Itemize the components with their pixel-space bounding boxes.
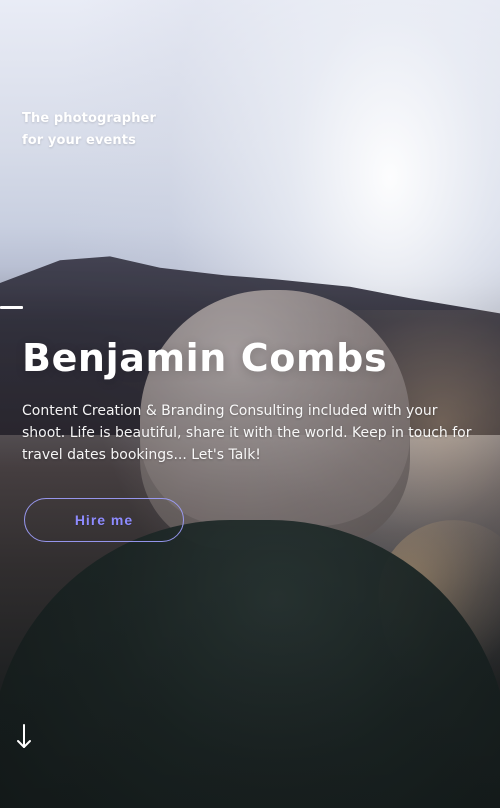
hero-tagline-line-1: The photographer	[22, 111, 156, 126]
hero-description: Content Creation & Branding Consulting i…	[22, 400, 472, 466]
hero-description-line-1: Content Creation & Branding Consulting i…	[22, 403, 438, 419]
hero-section: The photographer for your events Benjami…	[0, 0, 500, 808]
hire-me-button[interactable]: Hire me	[24, 498, 184, 542]
hero-description-line-3: travel dates bookings... Let's Talk!	[22, 447, 261, 463]
scroll-down-button[interactable]	[14, 723, 34, 753]
hero-tagline-line-2: for your events	[22, 133, 136, 148]
hero-name: Benjamin Combs	[22, 336, 388, 380]
accent-line	[0, 306, 23, 309]
arrow-down-icon	[14, 723, 34, 753]
hero-description-line-2: shoot. Life is beautiful, share it with …	[22, 425, 472, 441]
hero-tagline: The photographer for your events	[22, 108, 242, 152]
